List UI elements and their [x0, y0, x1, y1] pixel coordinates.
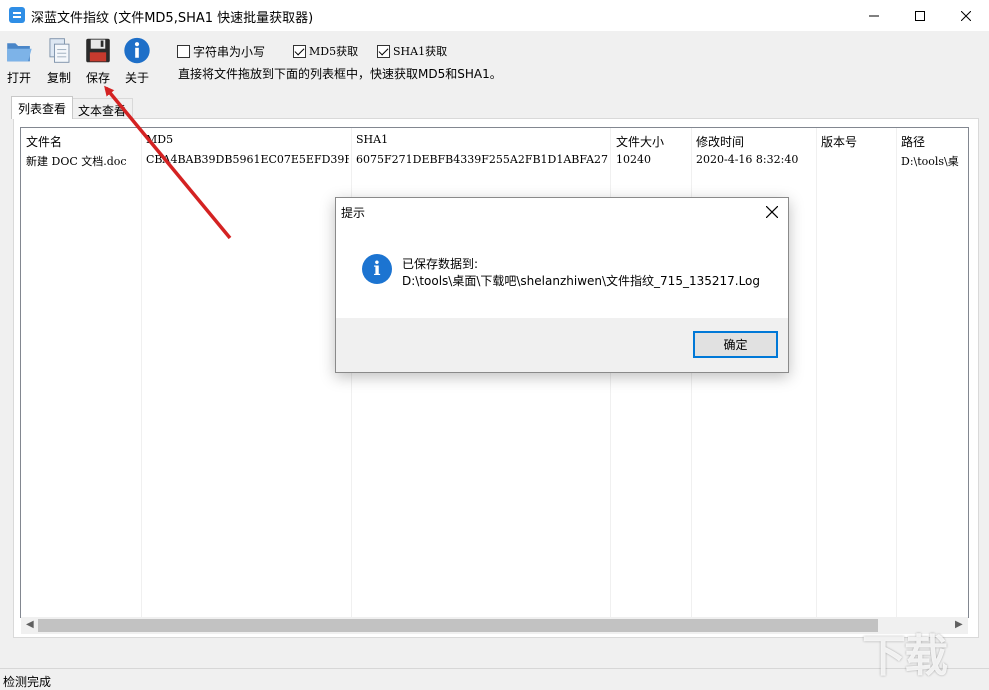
ok-button[interactable]: 确定 [693, 331, 778, 358]
column-separator [141, 128, 142, 617]
cell-md5: CBA4BAB39DB5961EC07E5EFD39F43752 [146, 153, 349, 166]
status-text: 检测完成 [3, 675, 52, 689]
maximize-icon [915, 10, 925, 21]
scrollbar-thumb[interactable] [38, 619, 878, 632]
folder-open-icon [7, 43, 32, 62]
info-dialog: 提示 i 已保存数据到: D:\tools\桌面\下载吧\shelanzhiwe… [335, 197, 789, 373]
info-icon: i [362, 254, 392, 284]
cell-filesize: 10240 [616, 153, 651, 166]
cell-filename: 新建 DOC 文档.doc [26, 155, 127, 168]
sha1-checkbox[interactable] [377, 44, 390, 58]
dialog-title: 提示 [341, 206, 366, 220]
tab-text-view[interactable]: 文本查看 [71, 98, 134, 120]
horizontal-scrollbar[interactable]: ◀ ▶ [21, 617, 968, 634]
open-label: 打开 [6, 71, 31, 85]
column-header-modified[interactable]: 修改时间 [696, 133, 744, 150]
maximize-button[interactable] [897, 0, 943, 31]
md5-label: MD5获取 [309, 45, 359, 58]
app-icon [9, 7, 25, 23]
cell-path: D:\tools\桌 [901, 155, 959, 168]
column-separator [816, 128, 817, 617]
column-separator [896, 128, 897, 617]
lowercase-label: 字符串为小写 [193, 45, 266, 59]
title-bar: 深蓝文件指纹 (文件MD5,SHA1 快速批量获取器) [0, 0, 989, 31]
about-label: 关于 [124, 71, 149, 85]
column-header-version[interactable]: 版本号 [821, 133, 857, 150]
open-button[interactable]: 打开 [0, 36, 38, 86]
floppy-save-icon [86, 38, 110, 63]
md5-checkbox[interactable] [293, 44, 306, 58]
dialog-footer: 确定 [336, 318, 788, 372]
copy-button[interactable]: 复制 [40, 36, 78, 86]
about-button[interactable]: 关于 [118, 36, 156, 86]
column-header-md5[interactable]: MD5 [146, 133, 173, 146]
dialog-message-line1: 已保存数据到: [402, 257, 479, 271]
info-icon [124, 37, 150, 64]
column-header-filename[interactable]: 文件名 [26, 133, 62, 150]
copy-icon [49, 38, 70, 63]
lowercase-option[interactable]: 字符串为小写 [177, 43, 265, 60]
column-header-filesize[interactable]: 文件大小 [616, 133, 664, 150]
dialog-message-path: D:\tools\桌面\下载吧\shelanzhiwen\文件指纹_715_13… [402, 274, 761, 288]
minimize-icon [869, 15, 879, 16]
close-icon [766, 206, 778, 218]
scroll-left-icon[interactable]: ◀ [26, 619, 34, 630]
status-bar: 检测完成 [0, 668, 989, 690]
cell-sha1: 6075F271DEBFB4339F255A2FB1D1ABFA27805FBC [356, 153, 608, 166]
hint-text: 直接将文件拖放到下面的列表框中，快速获取MD5和SHA1。 [178, 67, 502, 81]
column-header-path[interactable]: 路径 [901, 133, 925, 150]
close-icon [961, 10, 971, 21]
copy-label: 复制 [46, 71, 71, 85]
sha1-label: SHA1获取 [393, 45, 448, 58]
watermark-logo: 下载吧 [862, 631, 948, 690]
close-button[interactable] [943, 0, 989, 31]
cell-modified: 2020-4-16 8:32:40 [696, 153, 799, 166]
save-button[interactable]: 保存 [79, 36, 117, 86]
save-label: 保存 [85, 71, 110, 85]
sha1-option[interactable]: SHA1获取 [377, 43, 447, 59]
dialog-close-button[interactable] [760, 200, 784, 224]
window-title: 深蓝文件指纹 (文件MD5,SHA1 快速批量获取器) [31, 11, 314, 26]
tab-list-view[interactable]: 列表查看 [11, 96, 74, 119]
column-header-sha1[interactable]: SHA1 [356, 133, 388, 146]
md5-option[interactable]: MD5获取 [293, 43, 358, 59]
minimize-button[interactable] [851, 0, 897, 31]
lowercase-checkbox[interactable] [177, 45, 190, 58]
